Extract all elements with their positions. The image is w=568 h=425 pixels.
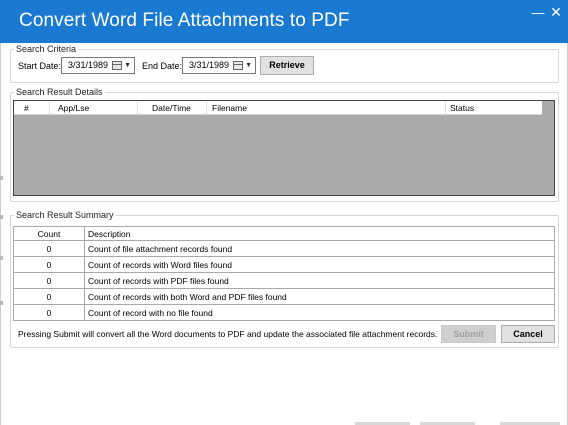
table-row: 0 Count of record with no file found [13, 304, 555, 321]
window-title: Convert Word File Attachments to PDF [19, 10, 350, 31]
cancel-button[interactable]: Cancel [501, 325, 555, 343]
summary-header-row: Count Description [13, 226, 555, 241]
summary-count-cell: 0 [13, 288, 85, 305]
column-header-date-time[interactable]: Date/Time [138, 101, 207, 115]
table-row: 0 Count of file attachment records found [13, 240, 555, 257]
end-date-label: End Date: [142, 61, 183, 71]
column-header-filename[interactable]: Filename [207, 101, 446, 115]
divider [0, 215, 3, 219]
divider [0, 301, 3, 305]
submit-button[interactable]: Submit [441, 325, 496, 343]
start-date-value: 3/31/1989 [68, 60, 109, 70]
table-row: 0 Count of records with both Word and PD… [13, 288, 555, 305]
summary-count-cell: 0 [13, 240, 85, 257]
end-date-value: 3/31/1989 [189, 60, 230, 70]
search-criteria-label: Search Criteria [14, 44, 79, 55]
table-row: 0 Count of records with Word files found [13, 256, 555, 273]
chevron-down-icon[interactable]: ▼ [245, 62, 252, 70]
chevron-down-icon[interactable]: ▼ [124, 62, 131, 70]
summary-count-cell: 0 [13, 256, 85, 273]
summary-label: Search Result Summary [14, 210, 116, 221]
retrieve-button[interactable]: Retrieve [260, 56, 314, 75]
column-header-app-lse[interactable]: App/Lse [50, 101, 138, 115]
column-header-status[interactable]: Status [446, 101, 542, 115]
summary-table: Count Description 0 Count of file attach… [13, 226, 555, 321]
summary-header-description: Description [84, 226, 555, 241]
submit-note: Pressing Submit will convert all the Wor… [18, 329, 438, 339]
start-date-picker[interactable]: 3/31/1989 ▼ [61, 57, 135, 74]
summary-description-cell: Count of file attachment records found [84, 240, 555, 257]
summary-description-cell: Count of records with PDF files found [84, 272, 555, 289]
summary-description-cell: Count of records with both Word and PDF … [84, 288, 555, 305]
close-button[interactable]: ✕ [548, 4, 564, 20]
calendar-icon[interactable] [112, 61, 122, 70]
title-bar: Convert Word File Attachments to PDF — ✕ [0, 0, 568, 43]
divider [0, 176, 3, 180]
calendar-icon[interactable] [233, 61, 243, 70]
end-date-picker[interactable]: 3/31/1989 ▼ [182, 57, 256, 74]
summary-count-cell: 0 [13, 304, 85, 321]
divider [0, 256, 3, 260]
column-header-number[interactable]: # [14, 101, 50, 115]
summary-description-cell: Count of record with no file found [84, 304, 555, 321]
results-grid[interactable]: # App/Lse Date/Time Filename Status [13, 100, 555, 196]
search-results-label: Search Result Details [14, 87, 105, 98]
start-date-label: Start Date: [18, 61, 62, 71]
results-grid-header: # App/Lse Date/Time Filename Status [14, 101, 542, 115]
minimize-button[interactable]: — [530, 6, 546, 21]
table-row: 0 Count of records with PDF files found [13, 272, 555, 289]
summary-header-count: Count [13, 226, 85, 241]
summary-count-cell: 0 [13, 272, 85, 289]
summary-description-cell: Count of records with Word files found [84, 256, 555, 273]
